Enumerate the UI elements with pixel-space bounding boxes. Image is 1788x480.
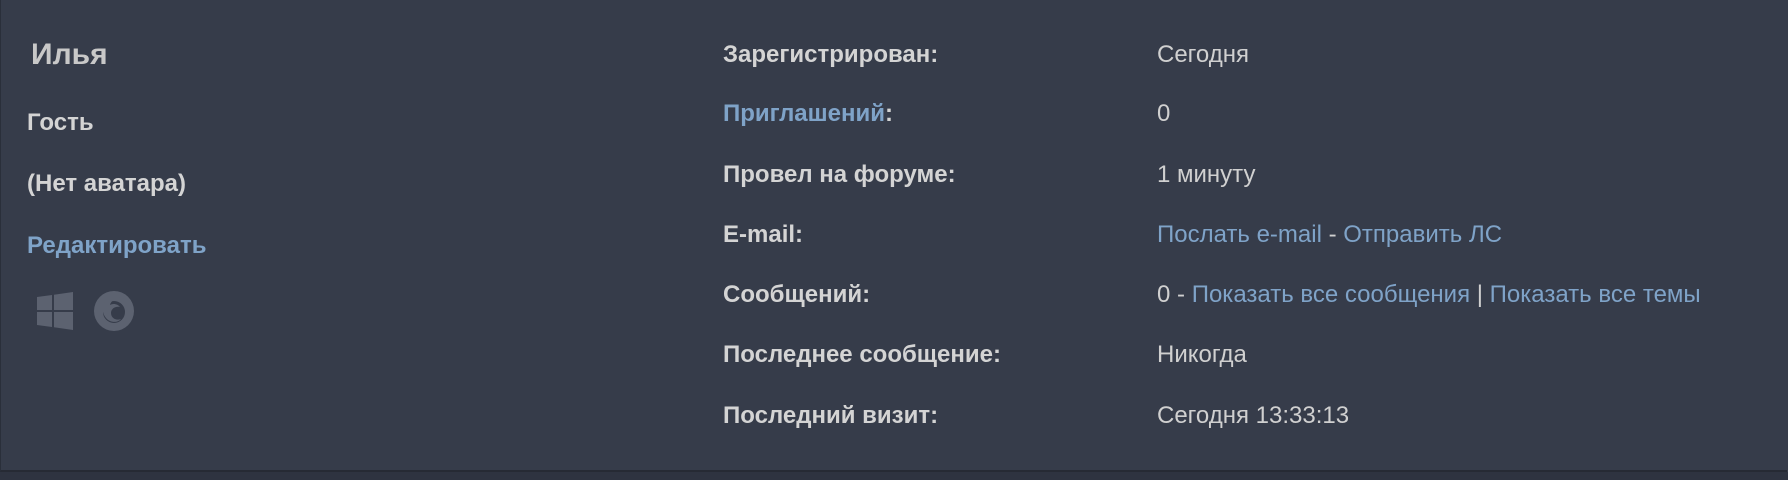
row-posts: Сообщений: 0 - Показать все сообщения | … [723,281,1773,321]
invites-link[interactable]: Приглашений [723,100,885,127]
user-agent-icons [35,290,135,332]
avatar-placeholder: (Нет аватара) [27,170,187,197]
show-all-topics-link[interactable]: Показать все темы [1490,281,1701,308]
posts-label: Сообщений: [723,281,871,308]
last-post-value: Никогда [1157,341,1247,368]
invites-value: 0 [1157,100,1171,127]
row-registered: Зарегистрирован: Сегодня [723,41,1773,81]
time-on-forum-label: Провел на форуме: [723,161,956,188]
row-last-post: Последнее сообщение: Никогда [723,341,1773,381]
windows-icon [35,291,75,331]
posts-separator: - [1170,281,1192,308]
time-on-forum-value: 1 минуту [1157,161,1256,188]
edit-profile-link[interactable]: Редактировать [27,232,206,260]
profile-panel: Илья Гость (Нет аватара) Редактировать З… [0,0,1787,472]
last-post-label: Последнее сообщение: [723,341,1001,368]
username: Илья [31,38,108,71]
send-pm-link[interactable]: Отправить ЛС [1343,221,1502,248]
row-last-visit: Последний визит: Сегодня 13:33:13 [723,402,1773,442]
posts-count: 0 [1157,281,1171,308]
posts-value: 0 - Показать все сообщения | Показать вс… [1157,281,1701,309]
show-all-posts-link[interactable]: Показать все сообщения [1192,281,1470,308]
email-label: E-mail: [723,221,804,248]
send-email-link[interactable]: Послать e-mail [1157,221,1322,248]
email-separator: - [1321,221,1344,248]
firefox-icon [93,290,135,332]
posts-pipe: | [1470,281,1490,308]
last-visit-value: Сегодня 13:33:13 [1157,402,1350,429]
email-value: Послать e-mail - Отправить ЛС [1157,221,1502,249]
invites-label: Приглашений: [723,100,893,128]
registered-value: Сегодня [1157,41,1249,68]
invites-label-suffix: : [885,100,894,127]
row-time-on-forum: Провел на форуме: 1 минуту [723,161,1773,201]
user-rank: Гость [27,109,94,136]
row-invites: Приглашений: 0 [723,100,1773,140]
last-visit-label: Последний визит: [723,402,939,429]
registered-label: Зарегистрирован: [723,41,939,68]
row-email: E-mail: Послать e-mail - Отправить ЛС [723,221,1773,261]
bottom-strip [0,472,1788,480]
